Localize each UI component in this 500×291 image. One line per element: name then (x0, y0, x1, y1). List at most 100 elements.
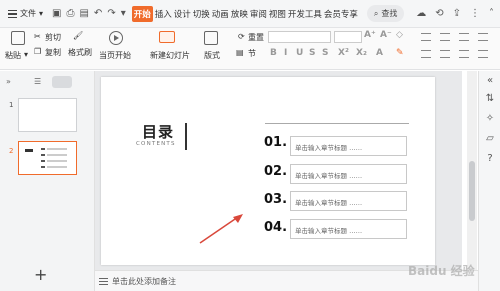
strikethrough-icon[interactable]: S (322, 48, 328, 58)
numbered-list-icon[interactable] (440, 33, 450, 41)
tab-member[interactable]: 会员专享 (323, 6, 359, 22)
item-number[interactable]: 04. (264, 220, 287, 235)
redo-icon[interactable]: ↷ (107, 8, 115, 19)
undo-icon[interactable]: ↶ (94, 8, 102, 19)
collab-icon[interactable]: ⟲ (435, 8, 443, 19)
font-size-select[interactable] (334, 31, 362, 43)
slide-thumbnail-2[interactable] (18, 141, 77, 175)
chevron-down-icon[interactable]: ▾ (121, 8, 126, 19)
scrollbar-thumb[interactable] (469, 161, 475, 221)
outdent-icon[interactable] (478, 33, 488, 41)
transition-icon[interactable]: ▱ (484, 133, 496, 145)
from-current-button[interactable]: 当页开始 (99, 50, 131, 61)
tab-design[interactable]: 设计 (173, 6, 192, 22)
copy-icon[interactable]: ❐ (34, 47, 41, 56)
slide-title[interactable]: 目录 (142, 121, 174, 142)
slide-thumbnail-panel: » ☰ 1 2 + (0, 71, 95, 291)
thumbnail-view-icon[interactable] (52, 76, 72, 88)
tab-developer[interactable]: 开发工具 (287, 6, 323, 22)
notes-placeholder[interactable]: 单击此处添加备注 (112, 276, 176, 287)
section-button[interactable]: 节 (248, 48, 256, 59)
highlight-icon[interactable]: ✎ (396, 48, 404, 58)
slide-canvas: 目录 CONTENTS 01. 单击输入章节标题 …… 02. 单击输入章节标题… (95, 71, 462, 270)
shadow-icon[interactable]: S (309, 48, 315, 58)
search-box[interactable]: ⌕ 查找 (366, 5, 405, 22)
file-menu-label: 文件 (20, 9, 36, 18)
hamburger-icon (8, 9, 17, 18)
format-painter-button[interactable]: 格式刷 (68, 47, 92, 58)
justify-icon[interactable] (478, 50, 488, 58)
align-left-icon[interactable] (421, 50, 431, 58)
tab-home[interactable]: 开始 (131, 5, 153, 22)
ribbon-tabs: 开始 插入 设计 切换 动画 放映 审阅 视图 开发工具 会员专享 (131, 5, 359, 22)
print-icon[interactable]: ▤ (79, 8, 88, 19)
play-icon[interactable] (109, 31, 123, 45)
tab-transition[interactable]: 切换 (192, 6, 211, 22)
section-title-box[interactable]: 单击输入章节标题 …… (290, 191, 407, 211)
slide-thumbnail-1[interactable] (18, 98, 77, 132)
vertical-scrollbar[interactable] (467, 71, 477, 271)
section-title-text: 单击输入章节标题 …… (295, 227, 363, 235)
properties-icon[interactable]: ⇅ (484, 93, 496, 105)
grow-font-icon[interactable]: A⁺ (364, 30, 376, 40)
print-preview-icon[interactable]: ⎙ (66, 8, 74, 19)
bullet-list-icon[interactable] (421, 33, 431, 41)
indent-icon[interactable] (459, 33, 469, 41)
align-center-icon[interactable] (440, 50, 450, 58)
tab-animation[interactable]: 动画 (211, 6, 230, 22)
collapse-panel-icon[interactable]: » (6, 77, 11, 86)
font-family-select[interactable] (268, 31, 331, 43)
tab-slideshow[interactable]: 放映 (230, 6, 249, 22)
add-slide-icon[interactable]: + (34, 265, 47, 284)
cut-icon[interactable]: ✂ (34, 32, 41, 41)
chevron-down-icon[interactable]: ▾ (24, 50, 28, 59)
underline-icon[interactable]: U (296, 48, 303, 58)
magic-icon[interactable]: ✧ (484, 113, 496, 125)
section-title-box[interactable]: 单击输入章节标题 …… (290, 136, 407, 156)
new-slide-icon[interactable] (159, 31, 175, 43)
subscript-icon[interactable]: X₂ (356, 48, 367, 58)
format-painter-icon[interactable]: 🖌 (73, 31, 83, 40)
section-title-box[interactable]: 单击输入章节标题 …… (290, 219, 407, 239)
new-slide-button[interactable]: 新建幻灯片 (150, 50, 190, 61)
more-icon[interactable]: ⋮ (470, 8, 480, 19)
top-rule (265, 123, 409, 124)
section-title-box[interactable]: 单击输入章节标题 …… (290, 164, 407, 184)
outline-view-icon[interactable]: ☰ (34, 77, 41, 86)
file-menu[interactable]: 文件 ▾ (4, 8, 47, 19)
tab-insert[interactable]: 插入 (154, 6, 173, 22)
tab-view[interactable]: 视图 (268, 6, 287, 22)
italic-icon[interactable]: I (284, 48, 287, 58)
section-icon[interactable]: ▤ (236, 48, 244, 57)
collapse-icon[interactable]: « (484, 75, 496, 87)
tab-review[interactable]: 审阅 (249, 6, 268, 22)
paste-icon[interactable] (11, 31, 25, 45)
cloud-icon[interactable]: ☁ (416, 8, 426, 19)
clear-format-icon[interactable]: ◇ (396, 30, 403, 40)
superscript-icon[interactable]: X² (338, 48, 349, 58)
bold-icon[interactable]: B (270, 48, 277, 58)
copy-button[interactable]: 复制 (45, 47, 61, 58)
thumbnail-number: 2 (9, 147, 14, 155)
reset-button[interactable]: 重置 (248, 32, 264, 43)
reset-icon[interactable]: ⟳ (238, 32, 245, 41)
item-number[interactable]: 01. (264, 135, 287, 150)
item-number[interactable]: 02. (264, 164, 287, 179)
help-icon[interactable]: ? (484, 153, 496, 165)
align-right-icon[interactable] (459, 50, 469, 58)
slide[interactable]: 目录 CONTENTS 01. 单击输入章节标题 …… 02. 单击输入章节标题… (101, 77, 435, 265)
font-color-icon[interactable]: A (376, 48, 383, 58)
shrink-font-icon[interactable]: A⁻ (380, 30, 392, 40)
chevron-up-icon[interactable]: ˄ (489, 8, 494, 19)
chevron-down-icon: ▾ (39, 9, 44, 18)
item-number[interactable]: 03. (264, 192, 287, 207)
share-icon[interactable]: ⇪ (453, 8, 461, 19)
layout-icon[interactable] (204, 31, 218, 45)
section-title-text: 单击输入章节标题 …… (295, 199, 363, 207)
slide-subtitle[interactable]: CONTENTS (136, 141, 176, 147)
layout-button[interactable]: 版式 (204, 50, 220, 61)
save-icon[interactable]: ▣ (52, 8, 61, 19)
paste-button[interactable]: 粘贴 (5, 50, 21, 61)
cut-button[interactable]: 剪切 (45, 32, 61, 43)
quick-access-toolbar: ▣ ⎙ ▤ ↶ ↷ ▾ (52, 8, 126, 19)
